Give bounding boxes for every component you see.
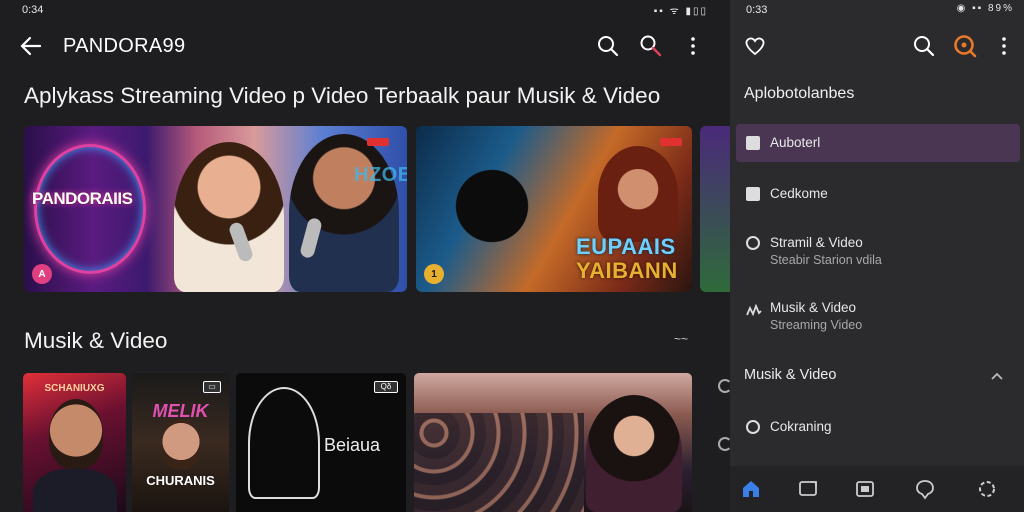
drawer-section-title: Musik & Video	[744, 367, 837, 383]
chat-icon[interactable]	[914, 478, 936, 500]
thumbnail-title-top: MELIK	[152, 401, 209, 421]
hero-card-movie[interactable]: EUPAAIS YAIBANN 1	[416, 126, 692, 292]
video-thumbnail[interactable]: SCHANIUXG	[23, 373, 126, 512]
thumbnail-title: Beiaua	[324, 435, 381, 455]
play-icon	[746, 136, 760, 150]
more-vertical-icon[interactable]	[991, 33, 1017, 59]
woman-portrait-image	[586, 395, 682, 512]
search-icon[interactable]	[595, 33, 621, 59]
screen-icon[interactable]	[797, 478, 819, 500]
live-badge	[660, 138, 682, 146]
video-thumbnail[interactable]	[414, 373, 692, 512]
video-thumbnail[interactable]: Beiaua Qδ	[236, 373, 406, 512]
rotate-icon[interactable]	[718, 437, 730, 451]
status-time: 0:33	[746, 4, 768, 16]
status-icons: ▪▪ ᯤ ▮▯▯	[653, 6, 708, 17]
drawer-item-cokraning[interactable]: Cokraning	[736, 410, 1020, 444]
drawer-item-musik-video[interactable]: Musik & Video Streaming Video	[736, 293, 1020, 343]
drawer-item-auboterl[interactable]: Auboterl	[736, 124, 1020, 162]
drawer-item-label: Cokraning	[770, 419, 832, 434]
drawer-item-sublabel: Steabir Starion vdila	[770, 253, 882, 267]
format-badge: Qδ	[374, 381, 398, 393]
main-pane: 0:34 ▪▪ ᯤ ▮▯▯ PANDORA99 Aplykass Streami…	[0, 0, 730, 512]
drawer-item-sublabel: Streaming Video	[770, 318, 863, 332]
status-bar: 0:34 ▪▪ ᯤ ▮▯▯	[0, 0, 730, 20]
drawer-item-streaming[interactable]: Stramil & Video Steabir Starion vdila	[736, 228, 1020, 278]
status-time: 0:34	[22, 4, 44, 16]
settings-icon[interactable]	[976, 478, 998, 500]
drawer-header: Aplobotolanbes	[744, 85, 855, 102]
drawer-item-label: Stramil & Video	[770, 235, 863, 250]
bottom-nav	[730, 466, 1024, 512]
see-more-button[interactable]: ~~	[674, 332, 688, 346]
video-thumbnail[interactable]: MELIK CHURANIS ▭	[132, 373, 229, 512]
artist-portrait-image	[49, 399, 103, 469]
side-drawer: 0:33 ◉ ▪▪ 89% Aplobotolanbes Auboterl Ce…	[730, 0, 1024, 512]
hero-title-line1: EUPAAIS	[576, 234, 676, 259]
app-title: PANDORA99	[63, 35, 186, 57]
hero-sub-text: HZOB	[354, 164, 407, 186]
singer-man-image	[289, 134, 399, 292]
hooded-figure-image	[598, 146, 678, 242]
library-icon[interactable]	[854, 478, 876, 500]
more-vertical-icon[interactable]	[680, 33, 706, 59]
page-headline: Aplykass Streaming Video p Video Terbaal…	[24, 83, 661, 108]
fighter-silhouette-image	[452, 162, 552, 272]
refresh-icon[interactable]	[718, 379, 730, 393]
app-bar: PANDORA99	[0, 26, 730, 66]
search-active-icon[interactable]	[952, 33, 978, 59]
live-badge	[367, 138, 389, 146]
hero-card-music[interactable]: PANDORAIIS HZOB A	[24, 126, 407, 292]
waveform-icon	[746, 303, 762, 317]
format-badge: ▭	[203, 381, 221, 393]
bookmark-icon	[746, 187, 760, 201]
neon-ring-graphic	[34, 144, 146, 274]
drawer-item-label: Musik & Video	[770, 300, 857, 315]
shirt-shape	[33, 469, 117, 512]
artist-portrait-image	[162, 419, 200, 469]
drawer-item-label: Cedkome	[770, 186, 828, 201]
status-icons: ◉ ▪▪ 89%	[956, 3, 1014, 14]
thumbnail-title-bottom: CHURANIS	[146, 473, 215, 488]
sketch-figure-image	[248, 387, 320, 499]
home-icon[interactable]	[740, 478, 762, 500]
thumbnail-title: SCHANIUXG	[44, 383, 105, 394]
radio-icon	[746, 236, 760, 250]
section-title: Musik & Video	[24, 328, 168, 353]
drawer-item-label: Auboterl	[770, 135, 821, 150]
drawer-item-cedkome[interactable]: Cedkome	[736, 176, 1020, 212]
status-bar: 0:33 ◉ ▪▪ 89%	[730, 0, 1024, 20]
chevron-up-icon[interactable]	[990, 369, 1004, 383]
singer-woman-image	[174, 142, 284, 292]
hero-logo-text: PANDORAIIS	[32, 189, 133, 208]
hero-corner-badge: A	[32, 264, 52, 284]
hero-corner-badge: 1	[424, 264, 444, 284]
back-arrow-icon[interactable]	[18, 34, 44, 58]
hero-card-next[interactable]	[700, 126, 730, 292]
hero-title-line2: YAIBANN	[576, 258, 678, 283]
search-icon[interactable]	[911, 33, 937, 59]
crowd-image	[414, 413, 584, 512]
disc-icon	[746, 420, 760, 434]
heart-icon[interactable]	[742, 33, 768, 59]
search-zoom-icon[interactable]	[638, 33, 664, 59]
